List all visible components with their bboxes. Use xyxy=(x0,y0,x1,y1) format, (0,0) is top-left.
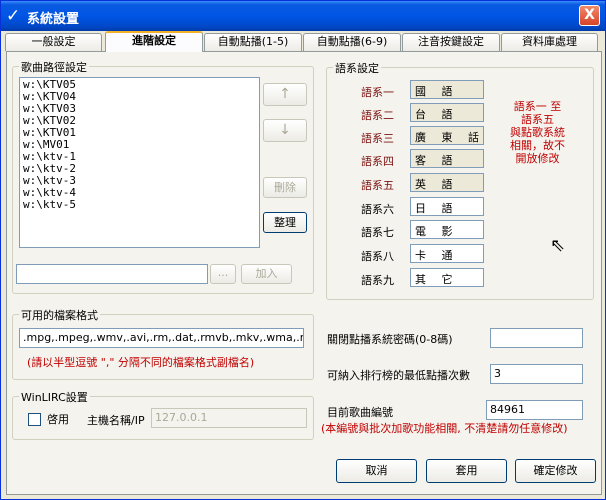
tab-general[interactable]: 一般設定 xyxy=(5,33,102,51)
path-input[interactable] xyxy=(16,264,208,284)
language-2-field: 台 語 xyxy=(410,103,484,122)
language-legend: 語系設定 xyxy=(333,60,381,76)
min-count-input[interactable]: 3 xyxy=(490,364,583,384)
language-9-label: 語系九 xyxy=(361,274,394,287)
confirm-button[interactable]: 確定修改 xyxy=(515,459,596,483)
note-line: 相關，故不 xyxy=(510,139,565,152)
settings-window: ✓ 系統設置 X 一般設定 進階設定 自動點播(1-5) 自動點播(6-9) 注… xyxy=(0,0,606,500)
language-4-field: 客 語 xyxy=(410,149,484,168)
language-lock-note: 語系一 至 語系五 與點歌系統 相關，故不 開放修改 xyxy=(495,100,580,165)
host-input[interactable]: 127.0.0.1 xyxy=(151,408,307,428)
note-line: 開放修改 xyxy=(515,152,560,165)
language-6-input[interactable]: 日 語 xyxy=(410,197,484,216)
list-item[interactable]: w:\ktv-5 xyxy=(23,199,256,211)
language-5-label: 語系五 xyxy=(361,179,394,192)
winlirc-legend: WinLIRC設置 xyxy=(19,389,90,405)
cancel-button[interactable]: 取消 xyxy=(336,459,417,483)
song-number-warning: (本編號與批次加歌功能相關, 不清楚請勿任意修改) xyxy=(321,422,568,435)
close-button[interactable]: X xyxy=(579,5,600,26)
close-password-label: 關閉點播系統密碼(0-8碼) xyxy=(327,333,453,346)
song-number-input[interactable]: 84961 xyxy=(486,400,583,420)
tab-autoplay-1-5[interactable]: 自動點播(1-5) xyxy=(204,33,302,51)
language-6-label: 語系六 xyxy=(361,203,394,216)
song-number-label: 目前歌曲編號 xyxy=(327,406,393,419)
note-line: 與點歌系統 xyxy=(510,126,565,139)
language-8-label: 語系八 xyxy=(361,250,394,263)
add-path-button[interactable]: 加入 xyxy=(241,264,292,284)
language-7-label: 語系七 xyxy=(361,226,394,239)
winlirc-enable-checkbox[interactable] xyxy=(28,413,41,426)
file-formats-hint: (請以半型逗號 "," 分隔不同的檔案格式副檔名) xyxy=(27,356,255,369)
language-5-field: 英 語 xyxy=(410,173,484,192)
sort-paths-button[interactable]: 整理 xyxy=(263,212,307,233)
language-7-input[interactable]: 電 影 xyxy=(410,220,484,239)
song-path-legend: 歌曲路徑設定 xyxy=(19,59,89,75)
host-label: 主機名稱/IP xyxy=(87,414,145,427)
language-4-label: 語系四 xyxy=(361,155,394,168)
tab-autoplay-6-9[interactable]: 自動點播(6-9) xyxy=(303,33,401,51)
language-1-label: 語系一 xyxy=(361,86,394,99)
close-password-input[interactable] xyxy=(490,328,583,348)
song-path-list[interactable]: w:\KTV05 w:\KTV04 w:\KTV03 w:\KTV02 w:\K… xyxy=(19,77,260,248)
move-down-button[interactable]: ↓ xyxy=(263,119,307,142)
file-formats-legend: 可用的檔案格式 xyxy=(19,307,100,323)
language-3-label: 語系三 xyxy=(361,132,394,145)
apply-button[interactable]: 套用 xyxy=(426,459,507,483)
mouse-cursor-icon: ⇖ xyxy=(550,235,566,256)
tab-phonetic-keys[interactable]: 注音按鍵設定 xyxy=(402,33,500,51)
window-title: 系統設置 xyxy=(27,12,80,27)
delete-path-button[interactable]: 刪除 xyxy=(263,177,307,198)
language-3-field: 廣 東 話 xyxy=(410,126,484,145)
language-2-label: 語系二 xyxy=(361,109,394,122)
browse-button[interactable]: ... xyxy=(210,264,236,284)
tab-bar: 一般設定 進階設定 自動點播(1-5) 自動點播(6-9) 注音按鍵設定 資料庫… xyxy=(5,31,603,52)
language-1-field: 國 語 xyxy=(410,80,484,99)
note-line: 語系一 至 xyxy=(513,100,562,113)
title-bar[interactable]: ✓ 系統設置 X xyxy=(1,1,605,31)
language-9-input[interactable]: 其 它 xyxy=(410,268,484,287)
advanced-settings-panel: 歌曲路徑設定 w:\KTV05 w:\KTV04 w:\KTV03 w:\KTV… xyxy=(6,51,602,495)
move-up-button[interactable]: ↑ xyxy=(263,83,307,106)
note-line: 語系五 xyxy=(521,113,554,126)
language-8-input[interactable]: 卡 通 xyxy=(410,244,484,263)
tab-database[interactable]: 資料庫處理 xyxy=(501,33,598,51)
min-count-label: 可納入排行榜的最低點播次數 xyxy=(327,369,470,382)
file-formats-input[interactable]: .mpg,.mpeg,.wmv,.avi,.rm,.dat,.rmvb,.mkv… xyxy=(19,328,304,348)
checkmark-icon: ✓ xyxy=(6,6,21,26)
tab-advanced[interactable]: 進階設定 xyxy=(105,31,203,52)
winlirc-enable-label: 啓用 xyxy=(47,413,69,426)
